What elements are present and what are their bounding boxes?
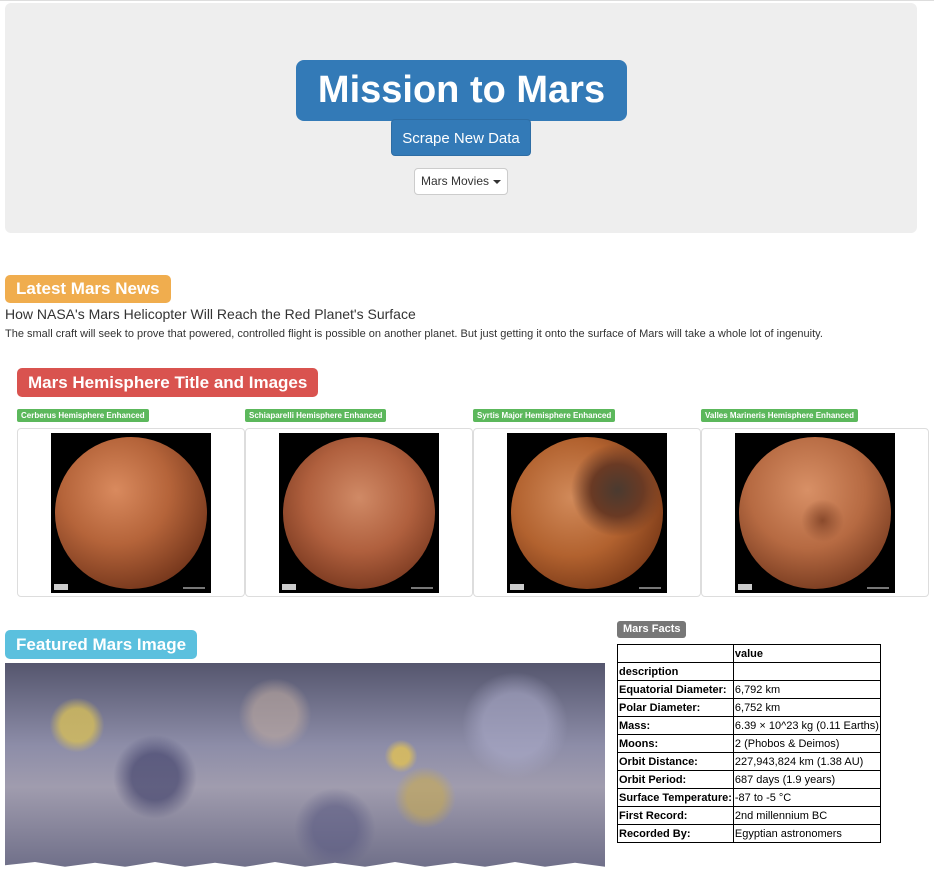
hemisphere-thumbnail-cerberus[interactable]: [17, 428, 245, 597]
hemisphere-image-valles-marineris: [735, 433, 895, 593]
fact-value: 6,752 km: [732, 698, 881, 717]
hemisphere-title-syrtis-major: Syrtis Major Hemisphere Enhanced: [473, 409, 616, 422]
fact-key: First Record:: [617, 806, 734, 825]
hemispheres-heading: Mars Hemisphere Title and Images: [17, 368, 319, 397]
usgs-logo: [510, 584, 524, 590]
planet-globe: [739, 437, 891, 589]
fact-key: Orbit Period:: [617, 770, 734, 789]
fact-value: 2 (Phobos & Deimos): [732, 734, 881, 753]
hemisphere-image-cerberus: [51, 433, 211, 593]
table-row: Mass: 6.39 × 10^23 kg (0.11 Earths): [617, 716, 881, 735]
hemisphere-title-schiaparelli: Schiaparelli Hemisphere Enhanced: [245, 409, 387, 422]
fact-value: 687 days (1.9 years): [732, 770, 881, 789]
fact-value: 6.39 × 10^23 kg (0.11 Earths): [732, 716, 881, 735]
table-row: Moons: 2 (Phobos & Deimos): [617, 734, 881, 753]
fact-key: Surface Temperature:: [617, 788, 734, 807]
usgs-logo: [54, 584, 68, 590]
image-credit: [639, 587, 661, 589]
planet-globe: [55, 437, 207, 589]
planet-globe: [283, 437, 435, 589]
fact-value: 227,943,824 km (1.38 AU): [732, 752, 881, 771]
page-title: Mission to Mars: [296, 60, 627, 121]
planet-globe: [511, 437, 663, 589]
hemisphere-image-syrtis-major: [507, 433, 667, 593]
fact-key: Mass:: [617, 716, 734, 735]
table-index-blank: [732, 662, 881, 681]
fact-key: Orbit Distance:: [617, 752, 734, 771]
table-index-label: description: [617, 662, 734, 681]
table-row: Recorded By: Egyptian astronomers: [617, 824, 881, 843]
table-row: Surface Temperature: -87 to -5 °C: [617, 788, 881, 807]
news-title: How NASA's Mars Helicopter Will Reach th…: [5, 306, 416, 322]
fact-value: 6,792 km: [732, 680, 881, 699]
fact-value: 2nd millennium BC: [732, 806, 881, 825]
caret-down-icon: [493, 179, 501, 184]
table-header-blank: [617, 644, 734, 663]
table-row: Orbit Distance: 227,943,824 km (1.38 AU): [617, 752, 881, 771]
mars-movies-label: Mars Movies: [420, 174, 489, 188]
hemisphere-thumbnail-schiaparelli[interactable]: [245, 428, 473, 597]
mars-facts-table: value description Equatorial Diameter: 6,…: [617, 644, 881, 843]
featured-image-heading: Featured Mars Image: [5, 630, 198, 659]
hemisphere-image-schiaparelli: [279, 433, 439, 593]
image-credit: [411, 587, 433, 589]
table-row: Equatorial Diameter: 6,792 km: [617, 680, 881, 699]
usgs-logo: [282, 584, 296, 590]
table-row: Orbit Period: 687 days (1.9 years): [617, 770, 881, 789]
fact-value: Egyptian astronomers: [732, 824, 881, 843]
featured-mars-image[interactable]: [5, 663, 605, 870]
fact-key: Recorded By:: [617, 824, 734, 843]
table-row: Polar Diameter: 6,752 km: [617, 698, 881, 717]
mars-facts-heading: Mars Facts: [617, 621, 687, 638]
scrape-new-data-button[interactable]: Scrape New Data: [391, 119, 531, 156]
fact-key: Equatorial Diameter:: [617, 680, 734, 699]
hemisphere-thumbnail-valles-marineris[interactable]: [701, 428, 929, 597]
table-header-value: value: [732, 644, 881, 663]
hemisphere-title-valles-marineris: Valles Marineris Hemisphere Enhanced: [701, 409, 858, 422]
image-credit: [183, 587, 205, 589]
table-row: First Record: 2nd millennium BC: [617, 806, 881, 825]
fact-value: -87 to -5 °C: [732, 788, 881, 807]
table-header-row: value: [617, 644, 881, 663]
table-index-row: description: [617, 662, 881, 681]
mars-movies-dropdown[interactable]: Mars Movies: [414, 168, 508, 195]
latest-news-heading: Latest Mars News: [5, 275, 171, 303]
image-credit: [867, 587, 889, 589]
usgs-logo: [738, 584, 752, 590]
hemisphere-thumbnail-syrtis-major[interactable]: [473, 428, 701, 597]
news-paragraph: The small craft will seek to prove that …: [5, 328, 823, 340]
fact-key: Polar Diameter:: [617, 698, 734, 717]
top-border: [0, 0, 934, 1]
hemisphere-title-cerberus: Cerberus Hemisphere Enhanced: [17, 409, 149, 422]
fact-key: Moons:: [617, 734, 734, 753]
